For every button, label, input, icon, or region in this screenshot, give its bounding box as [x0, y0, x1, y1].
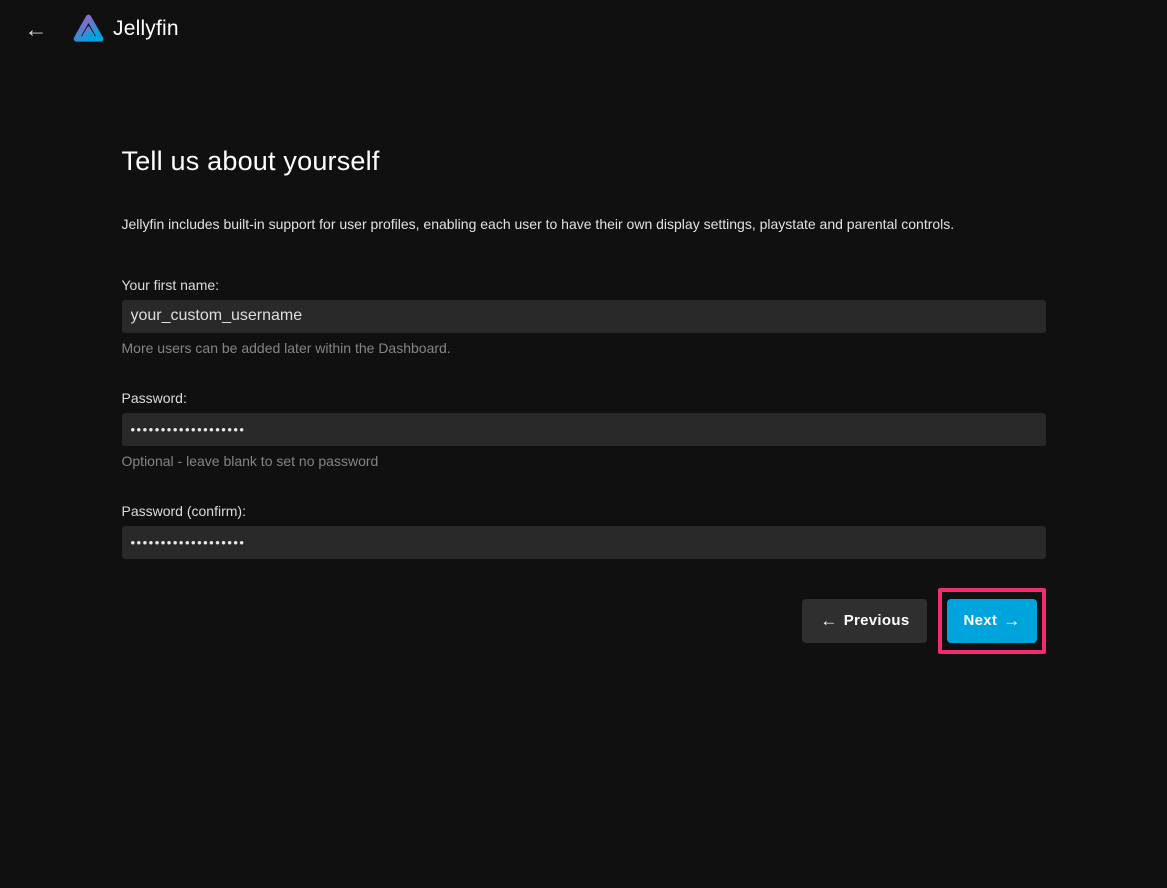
username-helper-text: More users can be added later within the…	[122, 340, 1046, 356]
next-button[interactable]: Next →	[947, 599, 1036, 643]
password-confirm-input[interactable]	[122, 526, 1046, 559]
password-field-group: Password: Optional - leave blank to set …	[122, 390, 1046, 469]
wizard-user-page: Tell us about yourself Jellyfin includes…	[122, 58, 1046, 654]
password-input[interactable]	[122, 413, 1046, 446]
password-label: Password:	[122, 390, 1046, 406]
previous-button[interactable]: ← Previous	[802, 599, 927, 643]
arrow-left-icon: ←	[820, 611, 837, 631]
app-title: Jellyfin	[113, 17, 179, 41]
back-button[interactable]: ←	[18, 11, 54, 47]
wizard-button-row: ← Previous Next →	[122, 588, 1046, 654]
password-helper-text: Optional - leave blank to set no passwor…	[122, 453, 1046, 469]
username-input[interactable]	[122, 300, 1046, 333]
password-confirm-label: Password (confirm):	[122, 503, 1046, 519]
jellyfin-logo-icon	[72, 13, 105, 46]
app-header: ← Jellyfin	[0, 0, 1167, 58]
arrow-right-icon: →	[1003, 611, 1020, 631]
highlight-annotation-box: Next →	[938, 588, 1045, 654]
username-label: Your first name:	[122, 277, 1046, 293]
username-field-group: Your first name: More users can be added…	[122, 277, 1046, 356]
password-confirm-field-group: Password (confirm):	[122, 503, 1046, 559]
brand: Jellyfin	[72, 13, 179, 46]
previous-button-label: Previous	[844, 612, 910, 629]
next-button-label: Next	[963, 612, 997, 629]
arrow-back-icon: ←	[25, 16, 48, 43]
page-title: Tell us about yourself	[122, 146, 1046, 177]
page-description: Jellyfin includes built-in support for u…	[122, 215, 1046, 235]
